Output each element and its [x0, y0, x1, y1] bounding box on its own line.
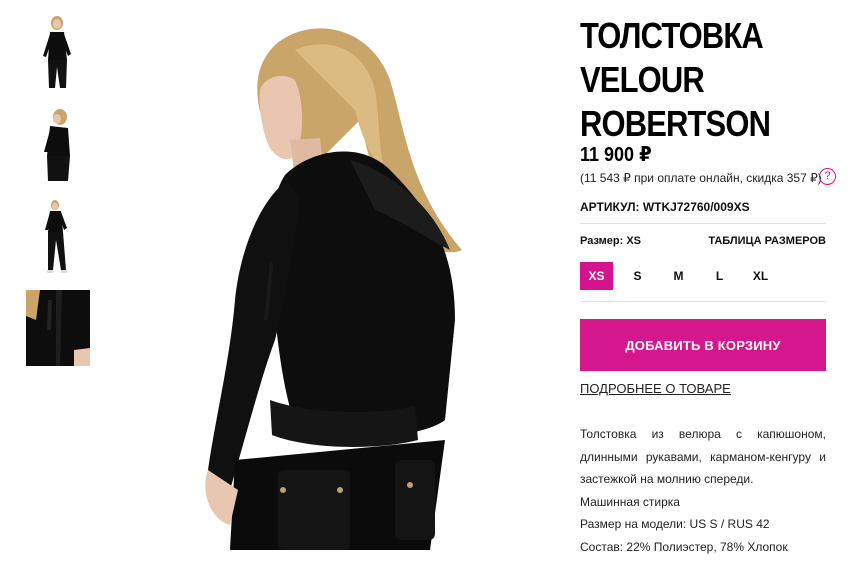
product-details-link[interactable]: ПОДРОБНЕЕ О ТОВАРЕ: [580, 381, 731, 396]
product-price: 11 900 ₽: [580, 144, 652, 166]
velour-closeup-thumbnail-icon: [26, 290, 90, 366]
size-option-xs[interactable]: XS: [580, 262, 613, 290]
sku-value: WTKJ72760/009XS: [642, 200, 750, 214]
model-full-length-thumbnail-icon: [45, 200, 67, 273]
size-option-m[interactable]: M: [662, 262, 695, 290]
product-title: ТОЛСТОВКА VELOUR ROBERTSON: [580, 15, 771, 144]
online-price-note: (11 543 ₽ при оплате онлайн, скидка 357 …: [580, 171, 822, 185]
divider-top: [580, 223, 826, 224]
description-text: Толстовка из велюра с капюшоном, длинным…: [580, 427, 826, 486]
divider-bottom: [580, 301, 826, 302]
size-table-link[interactable]: ТАБЛИЦА РАЗМЕРОВ: [708, 235, 826, 247]
size-option-l[interactable]: L: [703, 262, 736, 290]
size-option-xl[interactable]: XL: [744, 262, 777, 290]
product-description: Толстовка из велюра с капюшоном, длинным…: [580, 423, 826, 558]
thumbnail-4[interactable]: [26, 290, 90, 366]
care-instructions: Машинная стирка: [580, 494, 680, 509]
model-back-view-photo-icon: [205, 28, 462, 550]
composition: Состав: 22% Полиэстер, 78% Хлопок: [580, 539, 788, 554]
product-info: ТОЛСТОВКА VELOUR ROBERTSON 11 900 ₽ (11 …: [580, 14, 836, 554]
thumbnail-1[interactable]: [26, 12, 90, 90]
model-front-thumbnail-icon: [43, 16, 71, 88]
model-side-thumbnail-icon: [44, 109, 70, 181]
add-to-cart-button[interactable]: ДОБАВИТЬ В КОРЗИНУ: [580, 319, 826, 371]
help-icon[interactable]: ?: [819, 168, 836, 185]
size-label: Размер: XS: [580, 235, 642, 247]
thumbnail-2[interactable]: [26, 106, 90, 182]
size-option-s[interactable]: S: [621, 262, 654, 290]
size-options: XS S M L XL: [580, 262, 785, 290]
thumbnail-3[interactable]: [26, 198, 90, 276]
main-product-photo: [200, 20, 475, 550]
sku-label: АРТИКУЛ:: [580, 200, 640, 214]
sku: АРТИКУЛ: WTKJ72760/009XS: [580, 200, 750, 214]
model-size: Размер на модели: US S / RUS 42: [580, 517, 770, 531]
